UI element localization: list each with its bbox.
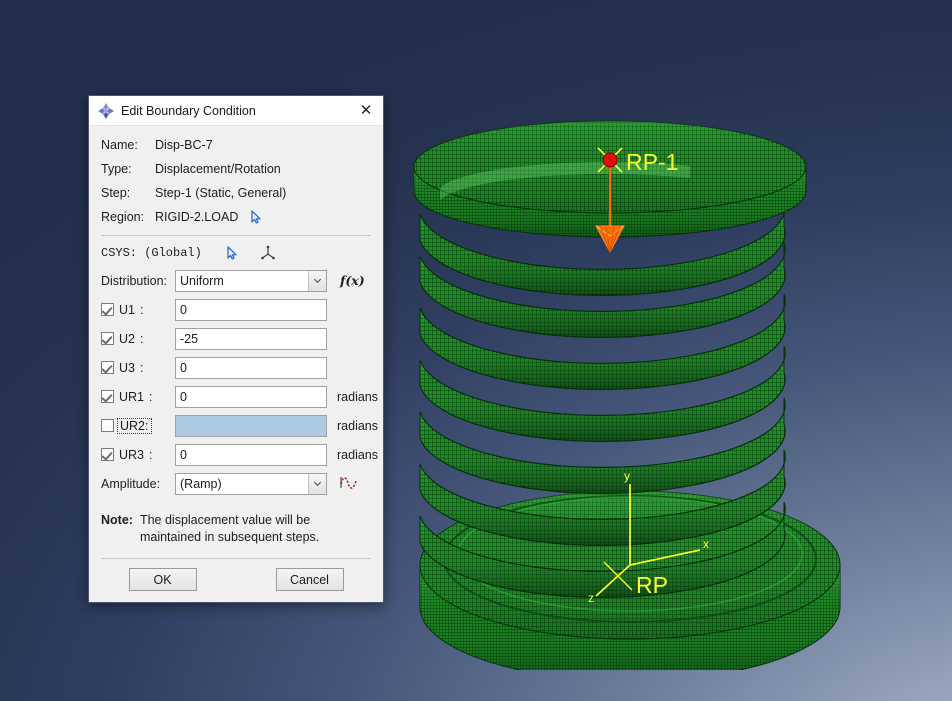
amplitude-row: Amplitude: (Ramp) xyxy=(101,469,371,498)
amplitude-select[interactable]: (Ramp) xyxy=(175,472,327,495)
amplitude-label: Amplitude: xyxy=(101,476,161,491)
field-type-row: Type: Displacement/Rotation xyxy=(101,157,371,181)
label-ur2: UR2: xyxy=(117,417,152,434)
type-label: Type: xyxy=(101,162,132,176)
checkbox-ur3[interactable] xyxy=(101,448,114,461)
name-value: Disp-BC-7 xyxy=(155,138,213,152)
dialog-body: Name: Disp-BC-7 Type: Displacement/Rotat… xyxy=(89,126,383,559)
csys-row: CSYS: (Global) xyxy=(101,240,371,266)
unit-ur1: radians xyxy=(337,389,378,404)
rp-label: RP xyxy=(636,572,668,598)
dof-row-u3: U3: xyxy=(101,353,371,382)
dof-row-u1: U1: xyxy=(101,295,371,324)
checkbox-u3[interactable] xyxy=(101,361,114,374)
dialog-title: Edit Boundary Condition xyxy=(121,103,256,118)
dof-row-ur3: UR3: radians xyxy=(101,440,378,469)
screen: RP-1 y x z RP Edit Boundary Condition ✕ … xyxy=(0,0,952,701)
input-ur3[interactable] xyxy=(175,443,327,466)
input-ur2 xyxy=(175,414,327,437)
checkbox-u2[interactable] xyxy=(101,332,114,345)
distribution-select[interactable]: Uniform xyxy=(175,269,327,292)
divider-top xyxy=(101,235,371,236)
label-u1: U1 xyxy=(119,302,135,317)
unit-ur2: radians xyxy=(337,418,378,433)
step-label: Step: xyxy=(101,186,131,200)
note-text: The displacement value will be maintaine… xyxy=(139,513,320,544)
field-step-row: Step: Step-1 (Static, General) xyxy=(101,181,371,205)
dof-row-ur2: UR2: radians xyxy=(101,411,378,440)
spring-assembly: RP-1 y x z RP xyxy=(413,120,841,670)
input-u3[interactable] xyxy=(175,356,327,379)
pick-cursor-icon[interactable] xyxy=(224,245,240,261)
field-name-row: Name: Disp-BC-7 xyxy=(101,133,371,157)
edit-boundary-condition-dialog[interactable]: Edit Boundary Condition ✕ Name: Disp-BC-… xyxy=(88,95,384,603)
label-u2: U2 xyxy=(119,331,135,346)
label-ur3: UR3 xyxy=(119,447,145,462)
dof-row-u2: U2: xyxy=(101,324,371,353)
chevron-down-icon[interactable] xyxy=(308,270,326,291)
input-u2[interactable] xyxy=(175,327,327,350)
label-ur1: UR1 xyxy=(119,389,145,404)
field-region-row: Region: RIGID-2.LOAD xyxy=(101,205,371,229)
triad-x-label: x xyxy=(703,537,709,551)
distribution-label: Distribution: xyxy=(101,273,167,288)
region-value: RIGID-2.LOAD xyxy=(155,210,239,224)
unit-ur3: radians xyxy=(337,447,378,462)
bc-arrow-head xyxy=(595,225,625,254)
rp1-node-marker xyxy=(602,152,618,168)
distribution-fx-label[interactable]: f(x) xyxy=(340,273,365,288)
distribution-value: Uniform xyxy=(180,273,224,288)
input-ur1[interactable] xyxy=(175,385,327,408)
label-u3: U3 xyxy=(119,360,135,375)
region-label: Region: xyxy=(101,210,145,224)
dialog-titlebar[interactable]: Edit Boundary Condition ✕ xyxy=(89,96,383,126)
datum-triad-icon[interactable] xyxy=(260,245,276,261)
rp1-label: RP-1 xyxy=(626,149,678,175)
checkbox-ur2[interactable] xyxy=(101,419,114,432)
cancel-button[interactable]: Cancel xyxy=(275,568,344,591)
model-viewport[interactable]: RP-1 y x z RP xyxy=(400,110,920,670)
note-key: Note: xyxy=(101,513,133,527)
csys-label: CSYS: (Global) xyxy=(101,246,202,260)
chevron-down-icon[interactable] xyxy=(308,473,326,494)
dialog-button-bar: OK Cancel xyxy=(89,559,383,602)
amplitude-wave-icon[interactable] xyxy=(339,475,359,493)
close-icon[interactable]: ✕ xyxy=(355,100,377,122)
type-value: Displacement/Rotation xyxy=(155,162,281,176)
distribution-row: Distribution: Uniform f(x) xyxy=(101,266,371,295)
triad-z-label: z xyxy=(588,591,594,605)
ok-button[interactable]: OK xyxy=(128,568,197,591)
dof-row-ur1: UR1: radians xyxy=(101,382,378,411)
amplitude-value: (Ramp) xyxy=(180,476,222,491)
triad-y-label: y xyxy=(624,469,630,483)
note-block: Note: The displacement value will be mai… xyxy=(101,512,371,546)
checkbox-u1[interactable] xyxy=(101,303,114,316)
abaqus-diamond-icon xyxy=(97,102,115,120)
step-value: Step-1 (Static, General) xyxy=(155,186,287,200)
checkbox-ur1[interactable] xyxy=(101,390,114,403)
name-label: Name: xyxy=(101,138,138,152)
pick-cursor-icon[interactable] xyxy=(248,209,264,225)
input-u1[interactable] xyxy=(175,298,327,321)
